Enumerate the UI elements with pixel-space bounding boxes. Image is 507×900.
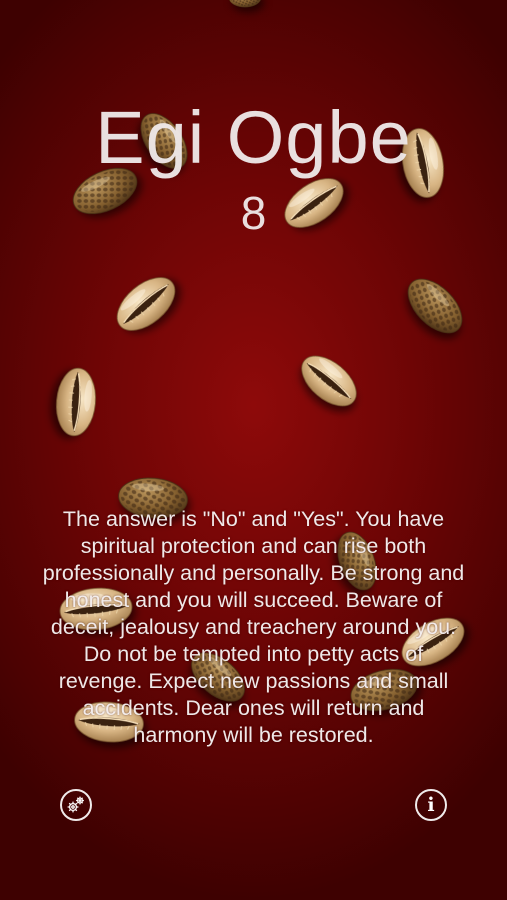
info-icon: i	[427, 794, 435, 816]
cowrie-shell-mouth-up	[288, 342, 370, 421]
settings-button[interactable]	[60, 789, 92, 821]
gears-icon	[67, 796, 84, 813]
cowrie-shell-mouth-up	[103, 262, 189, 345]
cowrie-shell-mouth-down	[228, 0, 262, 10]
info-button[interactable]: i	[415, 789, 447, 821]
divination-screen: Egi Ogbe 8 The answer is "No" and "Yes".…	[0, 0, 507, 900]
cowrie-shell-mouth-down	[394, 265, 476, 347]
odu-number: 8	[240, 187, 267, 239]
reading-text: The answer is "No" and "Yes". You have s…	[42, 507, 465, 747]
cowrie-shell-mouth-up	[51, 364, 101, 440]
odu-name: Egi Ogbe	[95, 96, 412, 179]
